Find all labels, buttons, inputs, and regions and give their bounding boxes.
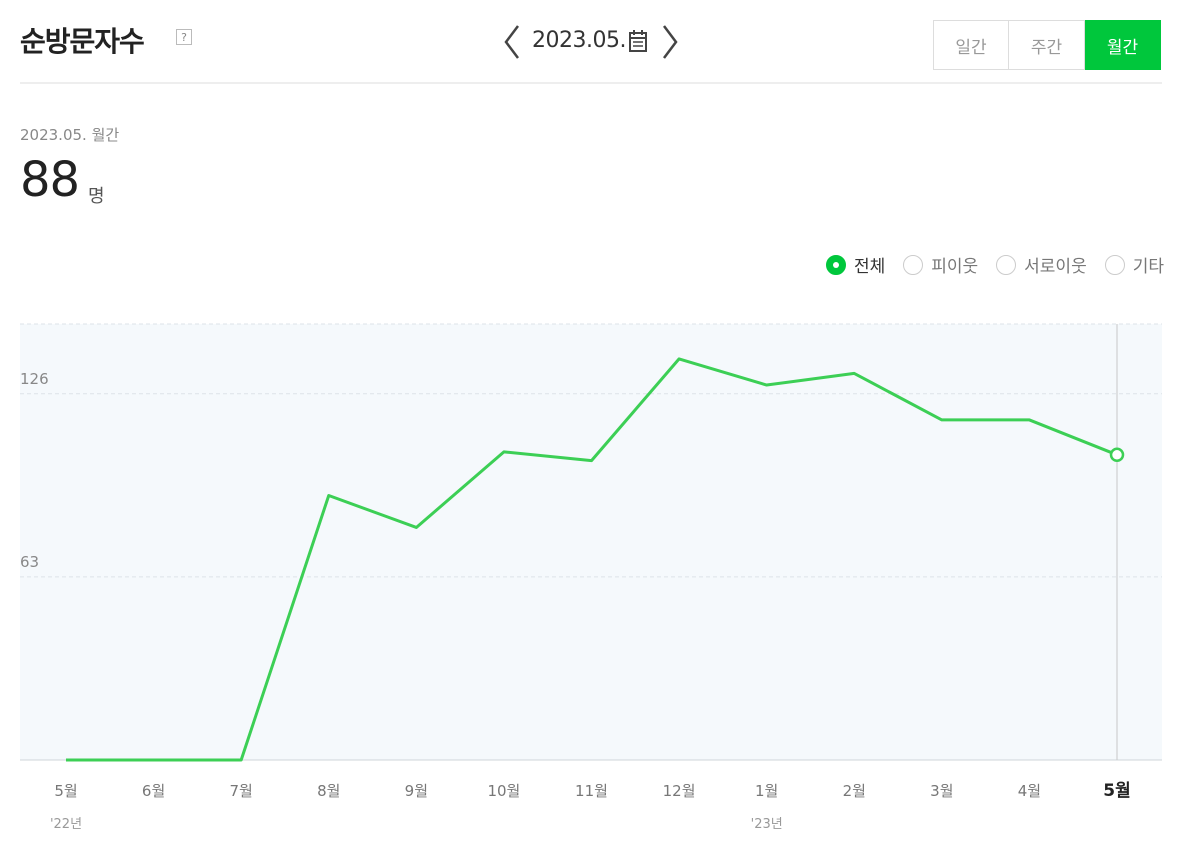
calendar-icon[interactable]: [628, 29, 648, 53]
year-label: '23년: [751, 817, 783, 832]
chevron-right-icon: [663, 25, 678, 59]
y-tick-label: 126: [20, 370, 49, 388]
tab-daily[interactable]: 일간: [933, 20, 1009, 70]
radio-checked-icon[interactable]: [825, 254, 846, 275]
x-tick-label: 10월: [487, 782, 520, 800]
selected-data-point: [1109, 447, 1125, 463]
filter-mutual-neighbor[interactable]: 서로이웃: [996, 252, 1087, 277]
filter-label: 피이웃: [931, 257, 979, 277]
date-label: 2023.05.: [532, 28, 626, 53]
x-tick-label: 2월: [843, 782, 866, 800]
year-label: '22년: [50, 817, 82, 832]
filter-label: 서로이웃: [1024, 257, 1087, 277]
x-tick-label: 1월: [755, 782, 778, 800]
x-tick-label: 8월: [317, 782, 340, 800]
tab-weekly[interactable]: 주간: [1009, 20, 1085, 70]
filter-all[interactable]: 전체: [825, 252, 886, 277]
radio-icon[interactable]: [903, 254, 924, 275]
radio-icon[interactable]: [996, 254, 1017, 275]
radio-icon[interactable]: [1104, 254, 1125, 275]
x-tick-label: 5월: [1103, 781, 1130, 801]
x-tick-label: 11월: [575, 782, 608, 800]
question-icon[interactable]: ?: [176, 29, 192, 45]
filter-other[interactable]: 기타: [1104, 252, 1164, 277]
header: 순방문자수 ? 2023.05. 일간 주간 월간: [0, 0, 1184, 84]
filter-neighbor[interactable]: 피이웃: [903, 252, 978, 277]
page-title: 순방문자수: [20, 25, 145, 58]
x-tick-label: 9월: [405, 782, 428, 800]
chevron-left-icon: [504, 25, 519, 59]
next-period-button[interactable]: [658, 22, 682, 62]
prev-period-button[interactable]: [500, 22, 524, 62]
header-divider: [20, 82, 1162, 84]
y-tick-label: 63: [20, 553, 39, 571]
plot-area: [20, 324, 1162, 760]
visitor-filter-group: 전체 피이웃 서로이웃 기타: [808, 252, 1164, 277]
x-tick-label: 6월: [142, 782, 165, 800]
period-tabs: 일간 주간 월간: [933, 20, 1161, 70]
x-tick-label: 3월: [930, 782, 953, 800]
filter-label: 전체: [853, 257, 886, 277]
visitor-count: 88: [20, 152, 80, 208]
visitor-count-unit: 명: [88, 186, 105, 207]
tab-monthly[interactable]: 월간: [1085, 20, 1161, 70]
period-label: 2023.05. 월간: [20, 126, 120, 144]
x-tick-label: 12월: [663, 782, 696, 800]
filter-label: 기타: [1132, 257, 1164, 277]
x-tick-label: 7월: [229, 782, 252, 800]
visitor-line-chart: 63 126 5월 6월 7월 8월 9월 10월 11월 12월 1월 2월 3월 4월 5월 '22년 '2…: [20, 323, 1162, 832]
x-tick-label: 4월: [1018, 782, 1041, 800]
x-tick-label: 5월: [54, 782, 77, 800]
